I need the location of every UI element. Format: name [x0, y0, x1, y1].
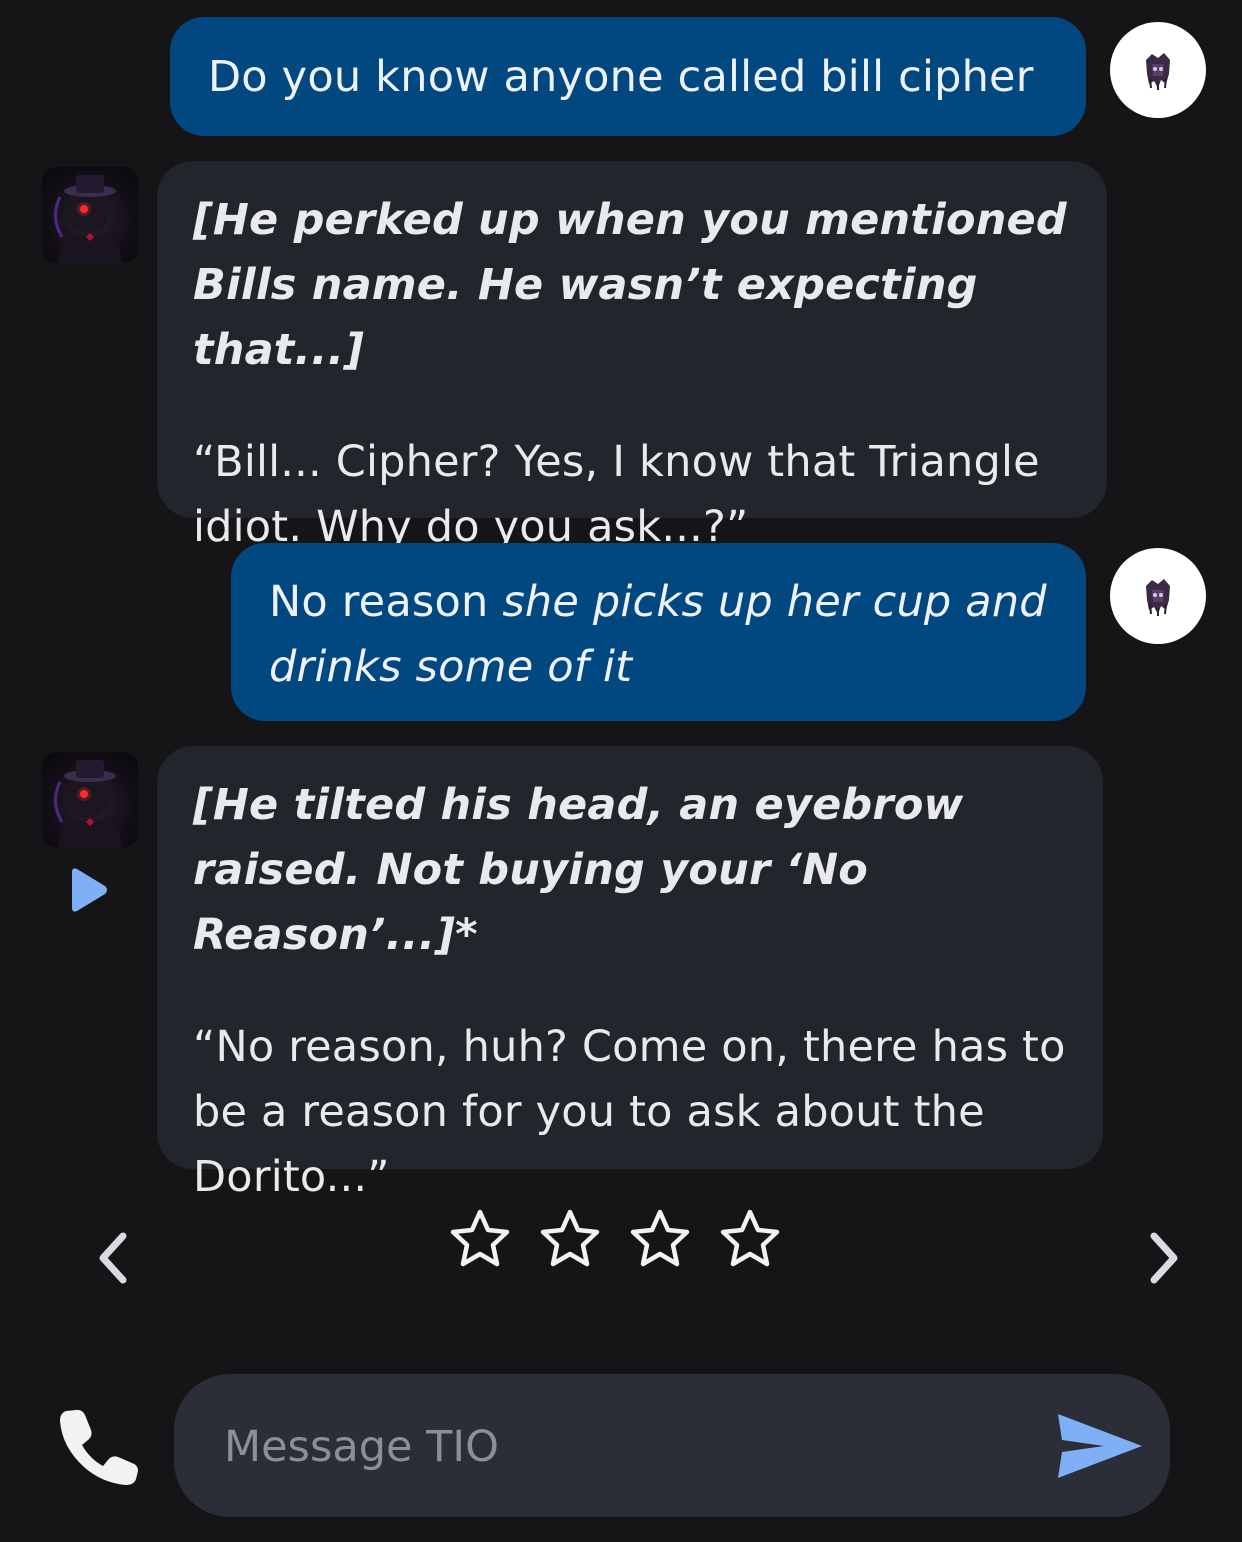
- phone-icon[interactable]: [56, 1403, 142, 1489]
- character-message-bubble: [He perked up when you mentioned Bills n…: [157, 161, 1107, 552]
- message-narration: [He perked up when you mentioned Bills n…: [193, 195, 1067, 375]
- user-avatar[interactable]: [1110, 548, 1206, 644]
- star-outline-icon[interactable]: [538, 1207, 602, 1271]
- chevron-left-icon[interactable]: [93, 1230, 133, 1286]
- chevron-right-icon[interactable]: [1144, 1230, 1184, 1286]
- message-plain-text: No reason: [269, 577, 489, 627]
- message-speech: “No reason, huh? Come on, there has to b…: [193, 1022, 1066, 1202]
- play-icon[interactable]: [66, 866, 110, 914]
- user-message-bubble: Do you know anyone called bill cipher: [170, 17, 1086, 136]
- star-outline-icon[interactable]: [718, 1207, 782, 1271]
- user-avatar-image: [1146, 579, 1170, 616]
- character-avatar-image: [54, 175, 122, 263]
- message-input[interactable]: [222, 1410, 1026, 1484]
- user-message-bubble: No reason she picks up her cup and drink…: [231, 543, 1086, 721]
- user-avatar[interactable]: [1110, 22, 1206, 118]
- message-narration: [He tilted his head, an eyebrow raised. …: [193, 780, 964, 960]
- character-message-bubble: [He tilted his head, an eyebrow raised. …: [157, 746, 1103, 1202]
- message-text: No reason she picks up her cup and drink…: [269, 570, 1048, 700]
- user-avatar-image: [1146, 53, 1170, 90]
- star-outline-icon[interactable]: [628, 1207, 692, 1271]
- character-avatar-image: [54, 760, 122, 848]
- message-speech: “Bill... Cipher? Yes, I know that Triang…: [193, 437, 1040, 552]
- chat-screen: Do you know anyone called bill cipher [H…: [0, 0, 1242, 1542]
- message-composer: [174, 1374, 1170, 1517]
- rating-stars: [448, 1207, 782, 1271]
- character-avatar[interactable]: [42, 752, 138, 848]
- message-text: Do you know anyone called bill cipher: [208, 52, 1034, 102]
- send-icon[interactable]: [1054, 1408, 1146, 1484]
- star-outline-icon[interactable]: [448, 1207, 512, 1271]
- character-avatar[interactable]: [42, 167, 138, 263]
